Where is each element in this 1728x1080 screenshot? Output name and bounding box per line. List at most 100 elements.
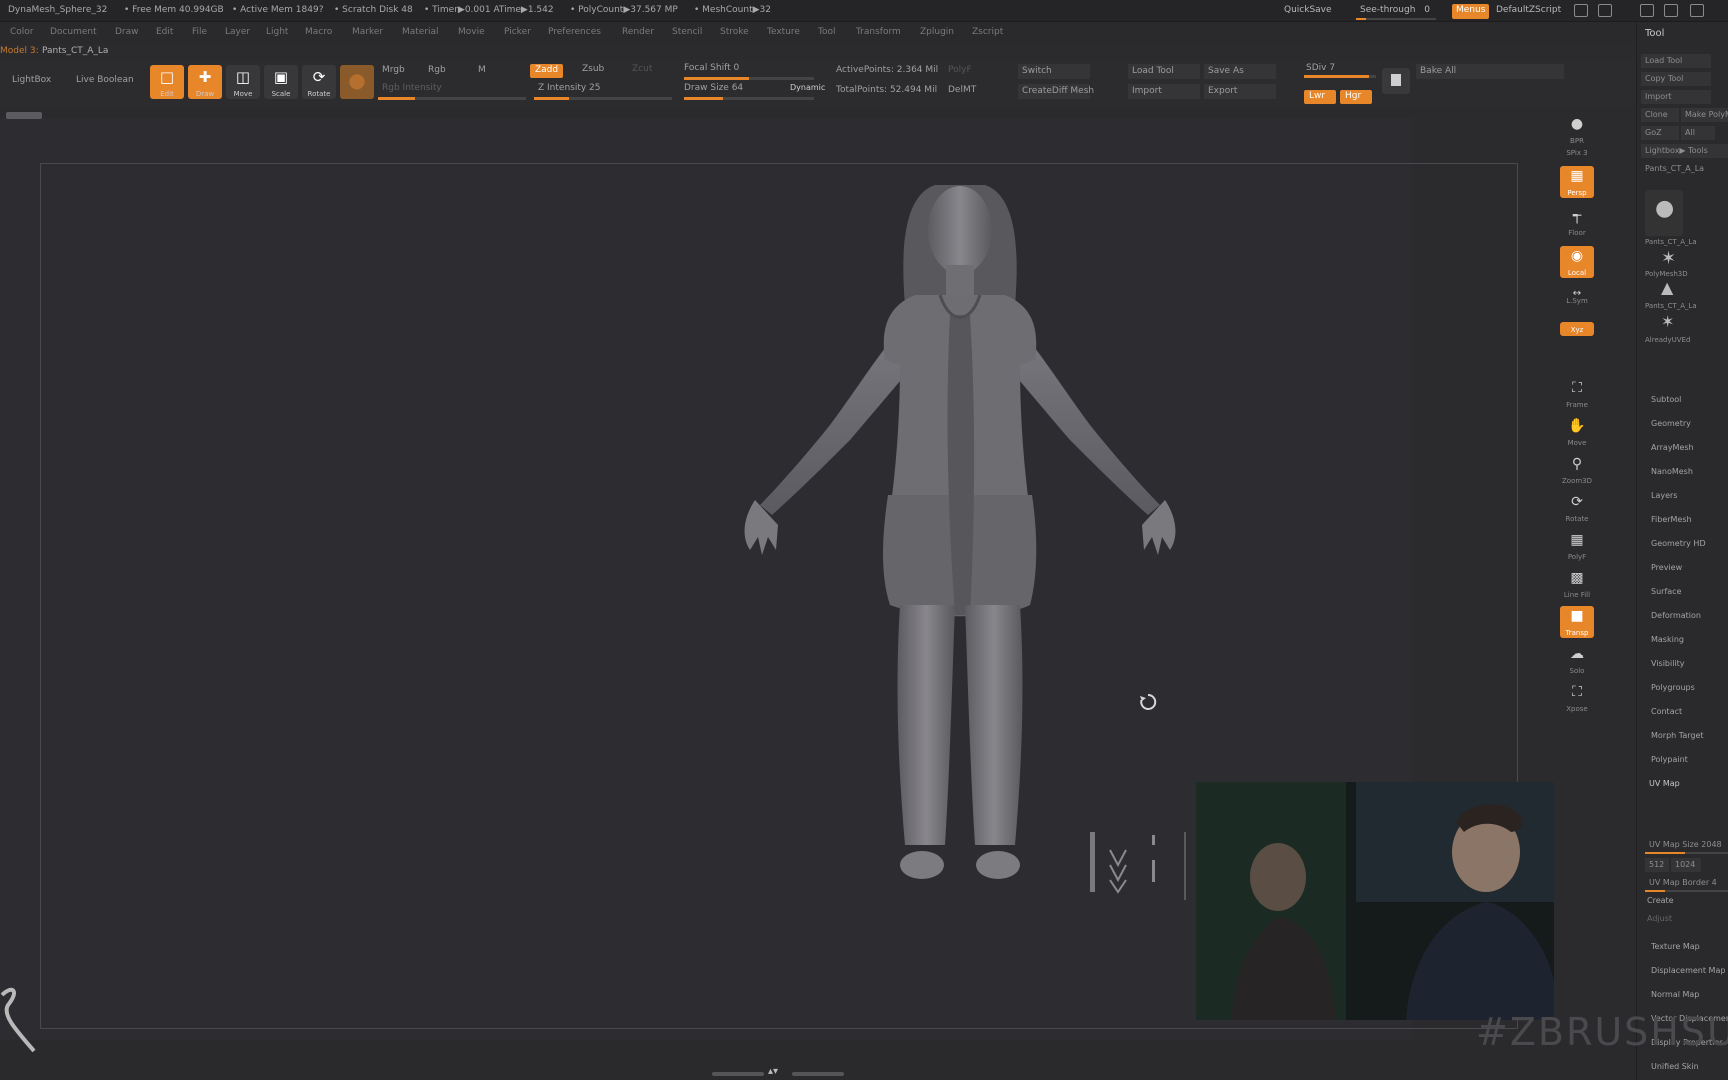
tp-lightbox-tools-button[interactable]: Lightbox▶ Tools — [1641, 144, 1728, 158]
section-preview[interactable]: Preview — [1651, 563, 1682, 572]
lightbox-button[interactable]: LightBox — [8, 72, 55, 90]
tp-goz-button[interactable]: GoZ — [1641, 126, 1679, 140]
pants-thumb-icon[interactable]: ▲ — [1661, 278, 1673, 297]
menu-picker[interactable]: Picker — [504, 27, 531, 37]
frame-button[interactable]: ⛶ Frame — [1560, 378, 1594, 410]
menus-button[interactable]: Menus — [1452, 4, 1490, 19]
sculpt-model[interactable] — [700, 165, 1220, 925]
move-view-button[interactable]: ✋ Move — [1560, 416, 1594, 448]
section-fibermesh[interactable]: FiberMesh — [1651, 515, 1692, 524]
floor-button[interactable]: ┭ Floor — [1560, 206, 1594, 238]
uv-map-border-slider[interactable]: UV Map Border 4 — [1645, 876, 1728, 890]
menu-tool[interactable]: Tool — [818, 27, 835, 37]
linefill-button[interactable]: ▩ Line Fill — [1560, 568, 1594, 600]
tp-load-tool-button[interactable]: Load Tool — [1641, 54, 1711, 68]
draw-size-slider[interactable]: Draw Size 64 — [680, 80, 747, 98]
menu-zplugin[interactable]: Zplugin — [920, 27, 954, 37]
palette-icon[interactable] — [1598, 4, 1612, 17]
section-geometry-hd[interactable]: Geometry HD — [1651, 539, 1706, 548]
rotate-button[interactable]: ⟳ Rotate — [302, 65, 336, 99]
menu-transform[interactable]: Transform — [856, 27, 901, 37]
rgb-intensity-slider[interactable]: Rgb Intensity — [378, 80, 446, 98]
menu-document[interactable]: Document — [50, 27, 97, 37]
section-contact[interactable]: Contact — [1651, 707, 1682, 716]
section-deformation[interactable]: Deformation — [1651, 611, 1701, 620]
zcut-button[interactable]: Zcut — [628, 61, 656, 79]
menu-movie[interactable]: Movie — [458, 27, 485, 37]
mrgb-button[interactable]: Mrgb — [378, 62, 409, 80]
persp-button[interactable]: ▦ Persp — [1560, 166, 1594, 198]
section-uv-map[interactable]: UV Map — [1649, 779, 1680, 788]
menu-stroke[interactable]: Stroke — [720, 27, 749, 37]
see-through-slider[interactable]: See-through 0 — [1356, 4, 1434, 19]
section-nanomesh[interactable]: NanoMesh — [1651, 467, 1693, 476]
expand-arrows-icon[interactable]: ▴▾ — [768, 1066, 778, 1077]
polyf-button[interactable]: PolyF — [944, 62, 976, 80]
window-icon[interactable] — [1690, 4, 1704, 17]
uv-create-button[interactable]: Create — [1647, 896, 1674, 905]
section-subtool[interactable]: Subtool — [1651, 395, 1681, 404]
local-button[interactable]: ◉ Local — [1560, 246, 1594, 278]
menu-render[interactable]: Render — [622, 27, 654, 37]
menu-draw[interactable]: Draw — [115, 27, 139, 37]
polyf-view-button[interactable]: ▦ PolyF — [1560, 530, 1594, 562]
xyz-button[interactable]: Xyz — [1560, 322, 1594, 336]
lsym-button[interactable]: ↔ L.Sym — [1560, 286, 1594, 306]
tool-thumb-1[interactable]: ● — [1645, 190, 1683, 236]
uv-map-size-slider[interactable]: UV Map Size 2048 — [1645, 838, 1728, 852]
menu-texture[interactable]: Texture — [767, 27, 800, 37]
menu-material[interactable]: Material — [402, 27, 439, 37]
bake-all-button[interactable]: Bake All — [1416, 64, 1564, 79]
solo-button[interactable]: ☁ Solo — [1560, 644, 1594, 676]
section-texture-map[interactable]: Texture Map — [1651, 942, 1700, 951]
draw-button[interactable]: ✚ Draw — [188, 65, 222, 99]
lower-subdiv-button[interactable]: Lwr — [1304, 90, 1336, 104]
tp-all-button[interactable]: All — [1681, 126, 1715, 140]
material-swatch[interactable]: ● — [340, 65, 374, 99]
section-surface[interactable]: Surface — [1651, 587, 1681, 596]
menu-macro[interactable]: Macro — [305, 27, 332, 37]
tp-import-button[interactable]: Import — [1641, 90, 1711, 104]
section-arraymesh[interactable]: ArrayMesh — [1651, 443, 1694, 452]
bottom-handle-left[interactable] — [712, 1072, 764, 1076]
uv-adjust-button[interactable]: Adjust — [1647, 914, 1672, 923]
section-polypaint[interactable]: Polypaint — [1651, 755, 1688, 764]
bpr-button[interactable]: ● BPR — [1560, 114, 1594, 146]
menu-edit[interactable]: Edit — [156, 27, 173, 37]
import-button[interactable]: Import — [1128, 84, 1200, 99]
section-polygroups[interactable]: Polygroups — [1651, 683, 1695, 692]
section-layers[interactable]: Layers — [1651, 491, 1677, 500]
menu-stencil[interactable]: Stencil — [672, 27, 702, 37]
live-boolean-button[interactable]: Live Boolean — [72, 72, 138, 90]
export-button[interactable]: Export — [1204, 84, 1276, 99]
tp-make-polymesh-button[interactable]: Make PolyMesh3D — [1681, 108, 1728, 122]
bottom-handle-right[interactable] — [792, 1072, 844, 1076]
section-morph-target[interactable]: Morph Target — [1651, 731, 1704, 740]
menu-light[interactable]: Light — [266, 27, 288, 37]
default-zscript-button[interactable]: DefaultZScript — [1492, 4, 1565, 19]
move-button[interactable]: ◫ Move — [226, 65, 260, 99]
quicksave-button[interactable]: QuickSave — [1280, 4, 1336, 19]
xpose-button[interactable]: ⛶ Xpose — [1560, 682, 1594, 714]
save-as-button[interactable]: Save As — [1204, 64, 1276, 79]
tp-clone-button[interactable]: Clone — [1641, 108, 1679, 122]
menu-layer[interactable]: Layer — [225, 27, 250, 37]
zsub-button[interactable]: Zsub — [578, 61, 608, 79]
section-visibility[interactable]: Visibility — [1651, 659, 1685, 668]
rotate-view-button[interactable]: ⟳ Rotate — [1560, 492, 1594, 524]
edit-button[interactable]: □ Edit — [150, 65, 184, 99]
interface-icon[interactable] — [1664, 4, 1678, 17]
section-geometry[interactable]: Geometry — [1651, 419, 1691, 428]
section-normal-map[interactable]: Normal Map — [1651, 990, 1699, 999]
focal-shift-slider[interactable]: Focal Shift 0 — [680, 60, 743, 78]
tp-copy-tool-button[interactable]: Copy Tool — [1641, 72, 1711, 86]
higher-subdiv-button[interactable]: Hgr — [1340, 90, 1372, 104]
layout-icon[interactable] — [1574, 4, 1588, 17]
menu-file[interactable]: File — [192, 27, 207, 37]
create-diff-mesh-button[interactable]: CreateDiff Mesh — [1018, 84, 1094, 99]
menu-marker[interactable]: Marker — [352, 27, 383, 37]
uv-1024-button[interactable]: 1024 — [1671, 858, 1701, 872]
scale-button[interactable]: ▣ Scale — [264, 65, 298, 99]
polymesh-star-icon[interactable]: ✶ — [1661, 248, 1676, 269]
tool-switch-icon[interactable] — [1640, 4, 1654, 17]
